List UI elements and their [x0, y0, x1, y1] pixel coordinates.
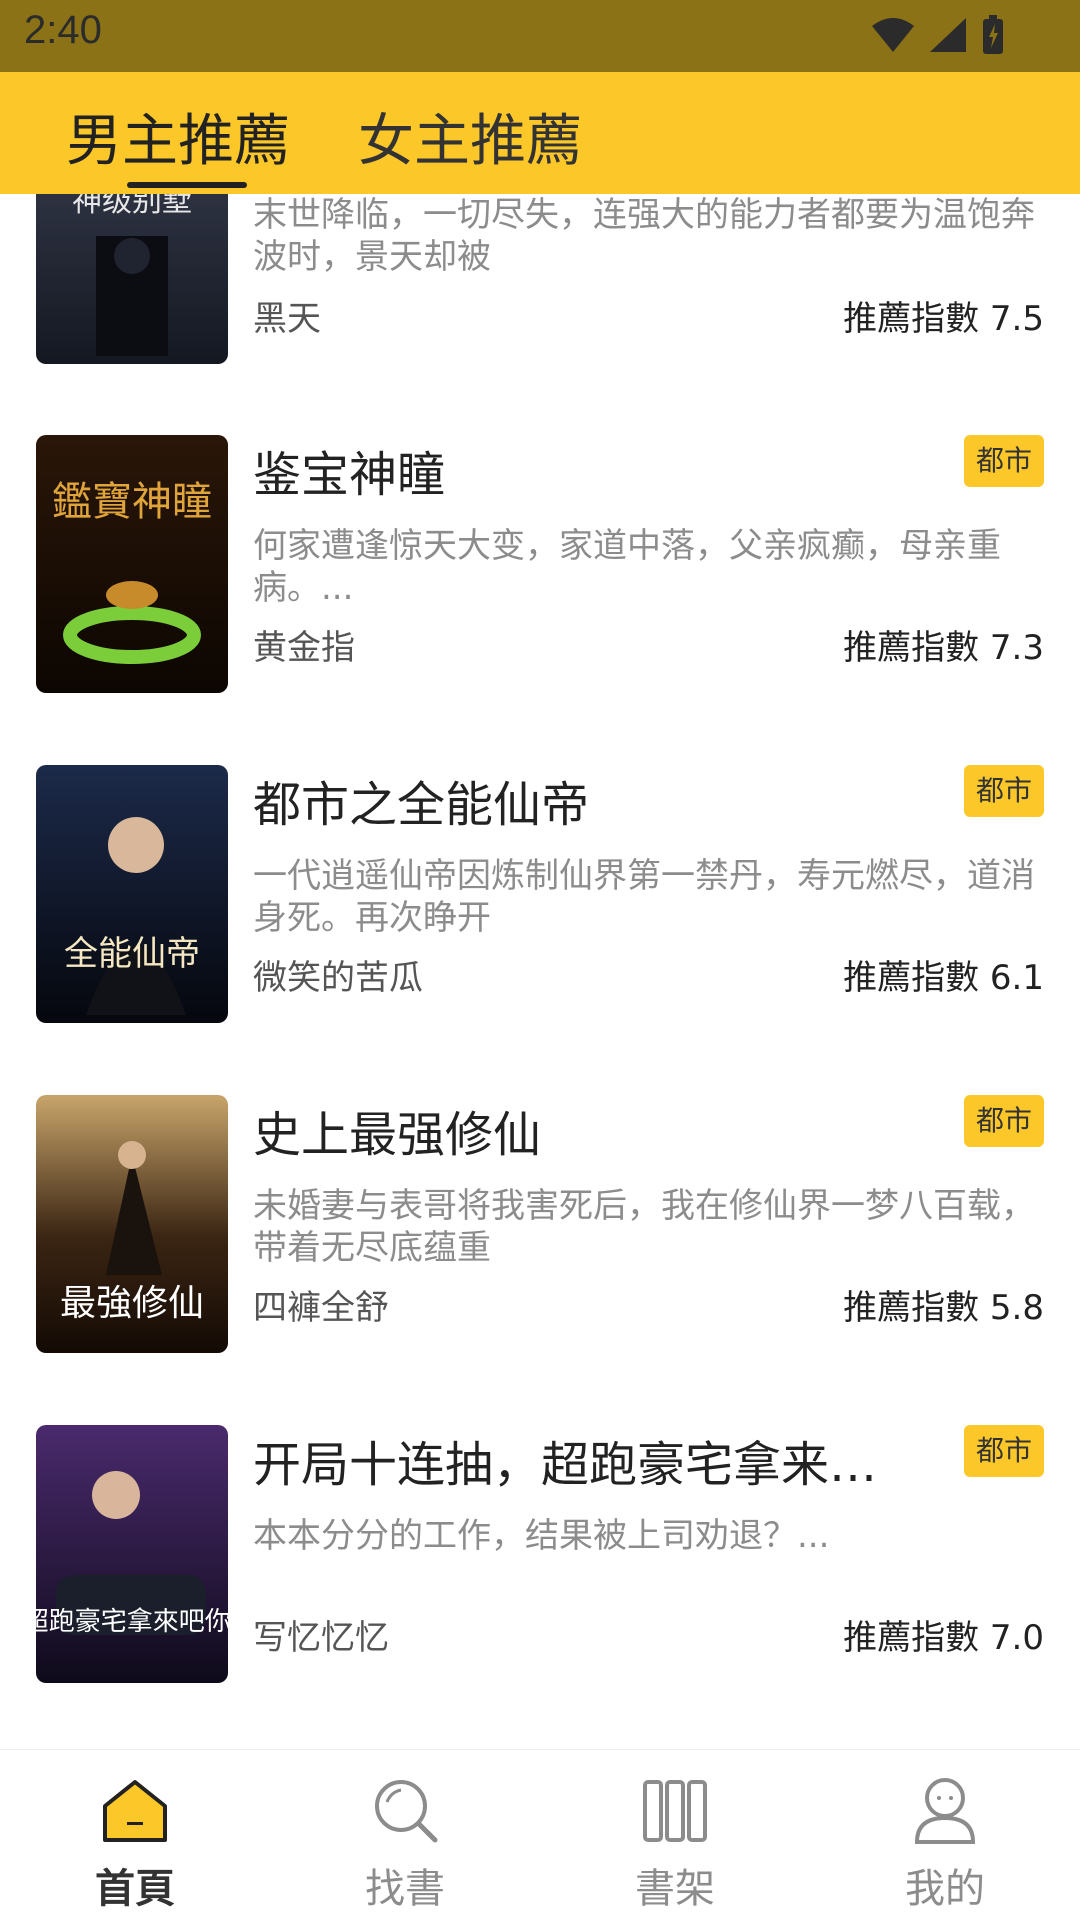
cover-title-text: 全能仙帝	[64, 934, 200, 974]
book-author: 黄金指	[253, 628, 355, 668]
book-description: 未婚妻与表哥将我害死后，我在修仙界一梦八百载，带着无尽底蕴重	[253, 1186, 1035, 1268]
category-badge: 都市	[963, 765, 1044, 817]
cover-title-text: 神级别墅	[72, 194, 192, 219]
book-author: 黑天	[253, 299, 321, 339]
book-item[interactable]: 神级别墅 末世降临，一切尽失，连强大的能力者都要为温饱奔波时，景天却被 黑天 推…	[0, 194, 1080, 364]
book-description: 末世降临，一切尽失，连强大的能力者都要为温饱奔波时，景天却被	[253, 195, 1035, 277]
home-icon	[103, 1780, 167, 1842]
book-item[interactable]: 超跑豪宅拿來吧你! 开局十连抽，超跑豪宅拿来吧... 都市 本本分分的工作，结果…	[0, 1425, 1080, 1683]
nav-label: 首頁	[95, 1866, 175, 1912]
book-cover[interactable]: 最強修仙	[36, 1095, 228, 1353]
book-cover[interactable]: 全能仙帝	[36, 765, 228, 1023]
category-badge: 都市	[963, 435, 1044, 487]
category-badge: 都市	[963, 1095, 1044, 1147]
nav-search[interactable]: 找書	[305, 1772, 505, 1914]
tabs-header: 男主推薦 女主推薦	[0, 72, 1080, 194]
book-score: 推薦指數 7.0	[843, 1618, 1044, 1658]
book-cover-image: 超跑豪宅拿來吧你!	[36, 1425, 228, 1683]
book-title[interactable]: 都市之全能仙帝	[253, 765, 913, 835]
book-description: 一代逍遥仙帝因炼制仙界第一禁丹，寿元燃尽，道消身死。再次睁开	[253, 856, 1035, 938]
book-cover[interactable]: 鑑寶神瞳	[36, 435, 228, 693]
book-score: 推薦指數 5.8	[843, 1288, 1044, 1328]
book-score: 推薦指數 6.1	[843, 958, 1044, 998]
book-score: 推薦指數 7.5	[843, 299, 1044, 339]
book-item[interactable]: 全能仙帝 都市之全能仙帝 都市 一代逍遥仙帝因炼制仙界第一禁丹，寿元燃尽，道消身…	[0, 765, 1080, 1023]
cover-title-text: 鑑寶神瞳	[52, 479, 212, 525]
bookshelf-icon	[643, 1780, 707, 1842]
category-badge: 都市	[963, 1425, 1044, 1477]
bottom-nav: 首頁 找書 書架 我的	[0, 1749, 1080, 1920]
book-cover-image: 神级别墅	[36, 194, 228, 364]
nav-bookshelf[interactable]: 書架	[575, 1772, 775, 1914]
nav-profile[interactable]: 我的	[845, 1772, 1045, 1914]
nav-label: 書架	[635, 1866, 715, 1912]
book-list[interactable]: 神级别墅 末世降临，一切尽失，连强大的能力者都要为温饱奔波时，景天却被 黑天 推…	[0, 194, 1080, 1749]
book-description: 本本分分的工作，结果被上司劝退？...	[253, 1516, 830, 1556]
status-icons	[870, 14, 1006, 56]
tab-male-recommend[interactable]: 男主推薦	[66, 96, 290, 177]
book-cover-image: 全能仙帝	[36, 765, 228, 1023]
signal-icon	[930, 18, 966, 52]
nav-label: 我的	[905, 1866, 985, 1912]
active-tab-indicator	[127, 182, 247, 188]
status-time: 2:40	[24, 8, 102, 52]
book-author: 微笑的苦瓜	[253, 958, 423, 998]
book-title[interactable]: 开局十连抽，超跑豪宅拿来吧...	[253, 1425, 913, 1495]
status-bar: 2:40	[0, 0, 1080, 72]
book-title[interactable]: 鉴宝神瞳	[253, 435, 913, 505]
book-cover-image: 最強修仙	[36, 1095, 228, 1353]
cover-title-text: 最強修仙	[60, 1283, 204, 1324]
book-author: 写忆忆忆	[253, 1618, 389, 1658]
book-author: 四褲全舒	[253, 1288, 389, 1328]
tab-female-recommend[interactable]: 女主推薦	[358, 96, 582, 177]
wifi-icon	[872, 18, 914, 52]
profile-icon	[914, 1778, 976, 1844]
book-item[interactable]: 鑑寶神瞳 鉴宝神瞳 都市 何家遭逢惊天大变，家道中落，父亲疯癫，母亲重病。...…	[0, 435, 1080, 693]
battery-icon	[983, 15, 1003, 54]
nav-home[interactable]: 首頁	[35, 1772, 235, 1914]
book-item[interactable]: 最強修仙 史上最强修仙 都市 未婚妻与表哥将我害死后，我在修仙界一梦八百载，带着…	[0, 1095, 1080, 1353]
cover-title-text: 超跑豪宅拿來吧你!	[36, 1607, 228, 1637]
book-score: 推薦指數 7.3	[843, 628, 1044, 668]
book-description: 何家遭逢惊天大变，家道中落，父亲疯癫，母亲重病。...	[253, 526, 1001, 608]
book-title[interactable]: 史上最强修仙	[253, 1095, 913, 1165]
nav-label: 找書	[365, 1866, 445, 1912]
book-cover[interactable]: 超跑豪宅拿來吧你!	[36, 1425, 228, 1683]
book-cover-image: 鑑寶神瞳	[36, 435, 228, 693]
book-cover[interactable]: 神级别墅	[36, 194, 228, 364]
search-icon	[375, 1780, 438, 1843]
